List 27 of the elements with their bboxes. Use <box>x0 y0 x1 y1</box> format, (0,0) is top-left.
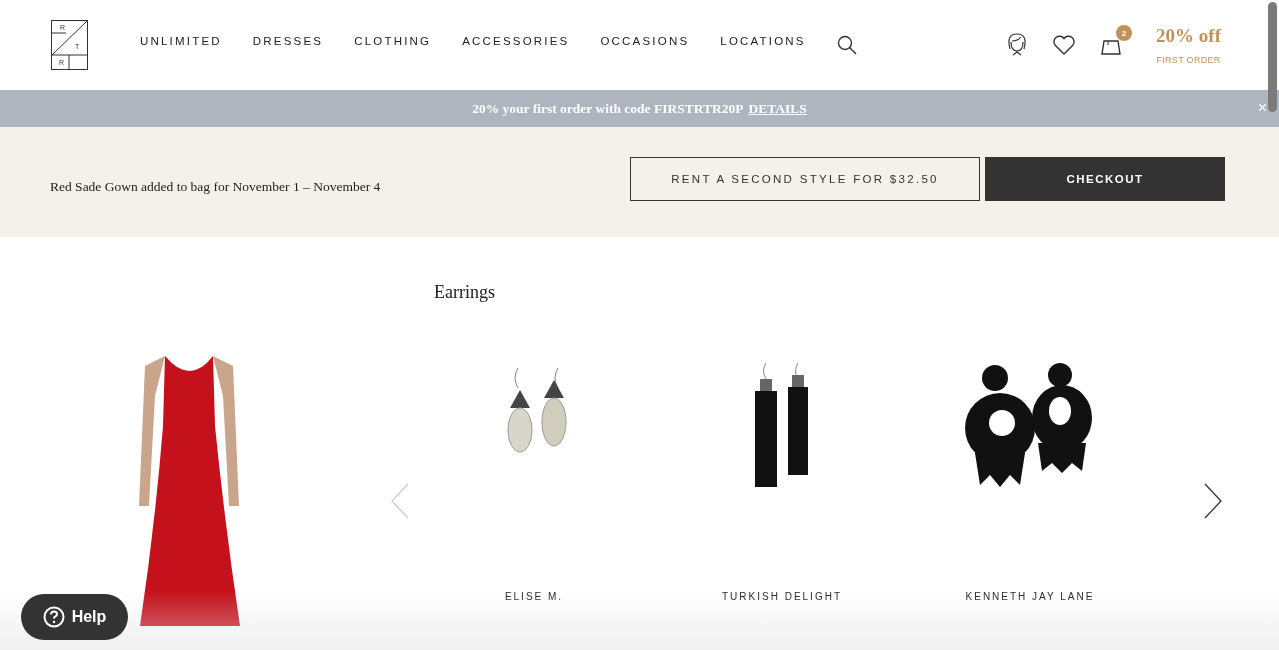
nav-link[interactable]: UNLIMITED <box>140 35 222 55</box>
section-title: Earrings <box>434 282 496 303</box>
offer-subtitle: FIRST ORDER <box>1156 55 1221 65</box>
nav-link[interactable]: OCCASIONS <box>600 35 690 55</box>
chevron-right-icon[interactable] <box>1203 483 1223 519</box>
checkout-button[interactable]: CHECKOUT <box>985 157 1225 201</box>
nav-link[interactable]: LOCATIONS <box>720 35 806 55</box>
product-brand: KENNETH JAY LANE <box>965 591 1095 602</box>
rent-second-style-button[interactable]: RENT A SECOND STYLE FOR $32.50 <box>630 157 980 201</box>
bag-notice-message: Red Sade Gown added to bag for November 1 – November 4 <box>50 179 381 195</box>
question-icon <box>42 606 65 628</box>
nav-link[interactable]: DRESSES <box>252 35 324 55</box>
scrollbar-thumb[interactable] <box>1268 2 1277 112</box>
search-icon[interactable] <box>836 35 857 55</box>
bag-count-badge: 2 <box>1116 25 1133 41</box>
product-card[interactable]: TURKISH DELIGHT <box>658 363 906 602</box>
offer-title: 20% off <box>1156 25 1221 47</box>
product-card[interactable]: KENNETH JAY LANE <box>906 363 1154 602</box>
nav-link[interactable]: ACCESSORIES <box>462 35 570 55</box>
heart-icon[interactable] <box>1052 35 1077 55</box>
nav-link[interactable]: CLOTHING <box>354 35 432 55</box>
product-brand: TURKISH DELIGHT <box>722 591 842 602</box>
stylist-avatar-icon[interactable] <box>1006 33 1029 57</box>
help-button[interactable]: Help <box>21 594 128 640</box>
product-card[interactable]: ELISE M. <box>410 363 658 602</box>
promo-text: 20% your first order with code FIRSTRTR20P <box>472 100 744 117</box>
product-brand: ELISE M. <box>504 591 564 602</box>
